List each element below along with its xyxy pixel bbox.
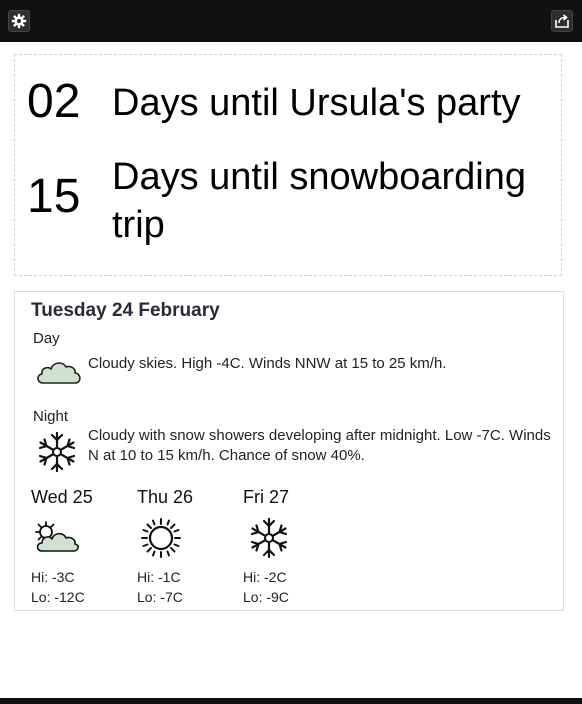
share-button[interactable] <box>551 10 573 32</box>
night-label: Night <box>33 408 69 425</box>
top-toolbar <box>0 0 582 42</box>
cloud-icon <box>37 362 81 384</box>
sun-icon <box>141 518 181 558</box>
forecast-low: Lo: -9C <box>243 589 289 605</box>
settings-button[interactable] <box>8 10 30 32</box>
countdown-row[interactable]: 15 Days until snowboarding trip <box>15 153 561 253</box>
countdown-label: Days until Ursula's party <box>112 82 521 124</box>
forecast-day-label: Thu 26 <box>137 487 194 507</box>
day-description: Cloudy skies. High -4C. Winds NNW at 15 … <box>88 355 447 372</box>
gear-icon <box>11 13 27 29</box>
forecast-day-label: Fri 27 <box>243 487 290 507</box>
share-icon <box>555 14 569 28</box>
countdown-days: 02 <box>27 75 81 128</box>
bottom-bar <box>0 698 582 704</box>
forecast-high: Hi: -3C <box>31 569 75 585</box>
countdown-card: 02 Days until Ursula's party 15 Days unt… <box>14 54 562 276</box>
forecast-day-label: Wed 25 <box>31 487 93 507</box>
countdown-label: Days until snowboarding trip <box>112 156 527 246</box>
forecast-low: Lo: -12C <box>31 589 85 605</box>
forecast-low: Lo: -7C <box>137 589 183 605</box>
countdown-days: 15 <box>27 170 81 223</box>
forecast-high: Hi: -1C <box>137 569 181 585</box>
weather-date: Tuesday 24 February <box>31 300 220 321</box>
partly-cloudy-icon <box>35 521 79 552</box>
day-label: Day <box>33 330 60 347</box>
night-description: Cloudy with snow showers developing afte… <box>88 427 551 464</box>
snowflake-icon <box>250 517 288 559</box>
weather-card: Tuesday 24 February Day Cloudy skies. Hi… <box>14 291 564 611</box>
countdown-row[interactable]: 02 Days until Ursula's party <box>15 75 561 135</box>
forecast-high: Hi: -2C <box>243 569 287 585</box>
snowflake-icon <box>38 431 76 473</box>
